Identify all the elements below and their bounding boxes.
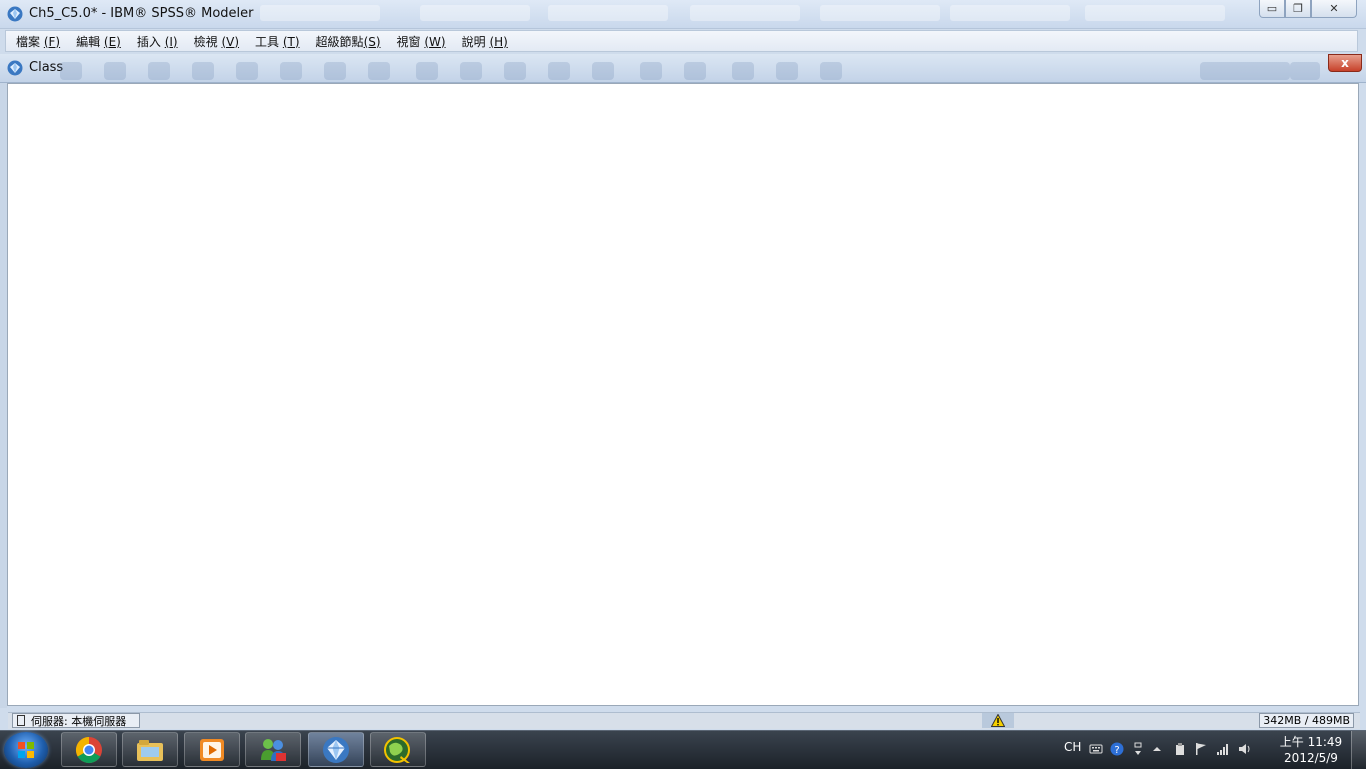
window-controls: ▭ ❐ ✕ bbox=[1259, 0, 1357, 20]
menu-window-key: (W) bbox=[424, 34, 446, 49]
close-icon: x bbox=[1341, 56, 1349, 70]
system-clock[interactable]: 上午 11:49 2012/5/9 bbox=[1276, 734, 1346, 766]
menu-view-label: 檢視 bbox=[193, 34, 222, 49]
blurred-background-tab bbox=[420, 5, 530, 21]
restore-icon: ❐ bbox=[1293, 2, 1303, 15]
menu-file-label: 檔案 bbox=[16, 34, 44, 49]
output-window-close-button[interactable]: x bbox=[1328, 54, 1362, 72]
menu-window-label: 視窗 bbox=[396, 34, 425, 49]
taskbar-explorer[interactable] bbox=[122, 732, 178, 767]
status-bar: 伺服器: 本機伺服器 342MB / 489MB bbox=[8, 712, 1360, 729]
menu-file[interactable]: 檔案 (F) bbox=[16, 33, 60, 50]
taskbar: CH ? 上午 11:49 2012/5/9 bbox=[0, 730, 1366, 769]
output-window-title-bar[interactable]: Class bbox=[0, 54, 1366, 83]
minimize-icon: ▭ bbox=[1266, 2, 1278, 15]
taskbar-messenger[interactable] bbox=[245, 732, 301, 767]
menu-supernode-label: 超級節點 bbox=[315, 34, 364, 49]
menu-help[interactable]: 說明 (H) bbox=[462, 33, 508, 50]
file-explorer-icon bbox=[137, 739, 163, 761]
server-status[interactable]: 伺服器: 本機伺服器 bbox=[12, 713, 140, 728]
volume-icon[interactable] bbox=[1238, 742, 1252, 756]
menu-edit-key: (E) bbox=[103, 34, 121, 49]
close-button[interactable]: ✕ bbox=[1311, 0, 1357, 18]
chrome-icon bbox=[75, 736, 102, 763]
language-options-icon[interactable] bbox=[1131, 742, 1145, 756]
svg-text:?: ? bbox=[1114, 745, 1119, 756]
menu-tools-key: (T) bbox=[282, 34, 300, 49]
restore-button[interactable]: ❐ bbox=[1285, 0, 1311, 18]
usb-device-icon[interactable] bbox=[1173, 742, 1187, 756]
taskbar-chrome[interactable] bbox=[61, 732, 117, 767]
output-canvas[interactable] bbox=[7, 83, 1359, 706]
menu-bar: 檔案 (F) 編輯 (E) 插入 (I) 檢視 (V) 工具 (T) 超級節點(… bbox=[5, 30, 1358, 52]
taskbar-spss-modeler[interactable] bbox=[308, 732, 364, 767]
messenger-icon bbox=[261, 738, 286, 761]
network-signal-icon[interactable] bbox=[1216, 742, 1230, 756]
close-icon: ✕ bbox=[1329, 2, 1339, 15]
globe-app-icon bbox=[384, 736, 410, 763]
menu-tools[interactable]: 工具 (T) bbox=[255, 33, 300, 50]
blurred-background-tab bbox=[1085, 5, 1225, 21]
warning-icon bbox=[991, 714, 1005, 727]
memory-usage: 342MB / 489MB bbox=[1259, 713, 1354, 728]
show-hidden-icons-icon[interactable] bbox=[1150, 742, 1164, 756]
modeler-window: Ch5_C5.0* - IBM® SPSS® Modeler ▭ ❐ ✕ 檔案 … bbox=[0, 0, 1366, 730]
menu-supernode[interactable]: 超級節點(S) bbox=[316, 33, 381, 50]
clock-date: 2012/5/9 bbox=[1284, 751, 1338, 765]
menu-insert[interactable]: 插入 (I) bbox=[137, 33, 178, 50]
spss-modeler-icon bbox=[7, 6, 23, 22]
language-indicator[interactable]: CH bbox=[1064, 740, 1081, 754]
menu-tools-label: 工具 bbox=[255, 34, 283, 49]
spss-modeler-icon bbox=[7, 60, 23, 76]
minimize-button[interactable]: ▭ bbox=[1259, 0, 1285, 18]
blurred-background-tab bbox=[820, 5, 940, 21]
clock-time: 上午 11:49 bbox=[1279, 735, 1343, 749]
keyboard-icon[interactable] bbox=[1089, 742, 1103, 756]
menu-insert-label: 插入 bbox=[136, 34, 165, 49]
system-tray: CH ? bbox=[1062, 731, 1272, 769]
output-window-title: Class bbox=[29, 60, 64, 75]
title-bar[interactable]: Ch5_C5.0* - IBM® SPSS® Modeler ▭ ❐ ✕ bbox=[0, 0, 1366, 29]
windows-logo-icon bbox=[18, 742, 34, 758]
warning-indicator[interactable] bbox=[982, 713, 1014, 728]
blurred-background-tab bbox=[548, 5, 668, 21]
menu-help-label: 說明 bbox=[461, 34, 490, 49]
menu-edit[interactable]: 編輯 (E) bbox=[76, 33, 121, 50]
menu-window[interactable]: 視窗 (W) bbox=[397, 33, 446, 50]
server-icon bbox=[17, 715, 25, 726]
menu-edit-label: 編輯 bbox=[76, 34, 104, 49]
help-icon[interactable]: ? bbox=[1110, 742, 1124, 756]
server-label: 伺服器: 本機伺服器 bbox=[31, 714, 127, 728]
window-border bbox=[0, 83, 7, 708]
blurred-background-tab bbox=[950, 5, 1070, 21]
menu-file-key: (F) bbox=[43, 34, 61, 49]
start-button[interactable] bbox=[4, 732, 48, 768]
action-center-flag-icon[interactable] bbox=[1194, 742, 1208, 756]
menu-view-key: (V) bbox=[221, 34, 240, 49]
blurred-background-tab bbox=[690, 5, 800, 21]
menu-supernode-key: (S) bbox=[363, 34, 381, 49]
menu-view[interactable]: 檢視 (V) bbox=[194, 33, 239, 50]
spss-modeler-icon bbox=[323, 736, 349, 763]
taskbar-globe-app[interactable] bbox=[370, 732, 426, 767]
media-player-icon bbox=[200, 738, 224, 761]
menu-help-key: (H) bbox=[489, 34, 508, 49]
show-desktop-button[interactable] bbox=[1351, 731, 1366, 769]
taskbar-media-player[interactable] bbox=[184, 732, 240, 767]
window-title: Ch5_C5.0* - IBM® SPSS® Modeler bbox=[29, 6, 254, 21]
menu-insert-key: (I) bbox=[164, 34, 178, 49]
blurred-background-tab bbox=[260, 5, 380, 21]
